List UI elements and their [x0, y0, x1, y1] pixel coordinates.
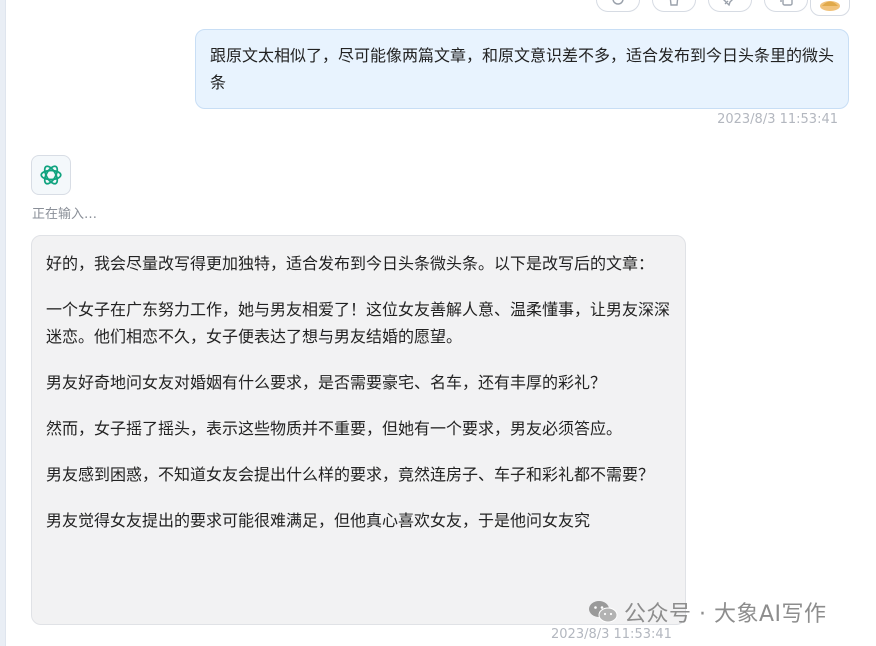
bot-paragraph: 然而，女子摇了摇头，表示这些物质并不重要，但她有一个要求，男友必须答应。 — [46, 419, 623, 438]
bot-paragraph: 一个女子在广东努力工作，她与男友相爱了！这位女友善解人意、温柔懂事，让男友深深迷… — [46, 300, 671, 346]
watermark-text: 公众号 · 大象AI写作 — [624, 602, 827, 627]
user-avatar-icon — [820, 1, 840, 11]
typing-status: 正在输入… — [32, 207, 98, 222]
bot-message-timestamp: 2023/8/3 11:53:41 — [551, 627, 672, 642]
refresh-icon — [612, 0, 624, 5]
user-avatar — [810, 0, 850, 16]
bot-paragraph: 男友感到困惑，不知道女友会提出什么样的要求，竟然连房子、车子和彩礼都不需要？ — [46, 465, 655, 484]
bot-paragraph: 男友觉得女友提出的要求可能很难满足，但他真心喜欢女友，于是他问女友究 — [46, 511, 591, 530]
trash-icon — [669, 0, 679, 6]
bot-message-bubble: 好的，我会尽量改写得更加独特，适合发布到今日头条微头条。以下是改写后的文章： 一… — [31, 235, 686, 625]
copy-button[interactable] — [764, 0, 808, 12]
delete-button[interactable] — [652, 0, 696, 12]
user-message-text: 跟原文太相似了，尽可能像两篇文章，和原文意识差不多，适合发布到今日头条里的微头条 — [210, 46, 835, 92]
openai-logo-icon — [40, 165, 62, 185]
user-message-bubble: 跟原文太相似了，尽可能像两篇文章，和原文意识差不多，适合发布到今日头条里的微头条 — [195, 29, 849, 109]
bot-avatar — [31, 155, 71, 195]
regenerate-button[interactable] — [596, 0, 640, 12]
pin-icon — [723, 0, 733, 7]
user-message-timestamp: 2023/8/3 11:53:41 — [717, 112, 838, 127]
pin-button[interactable] — [708, 0, 752, 12]
message-action-bar — [596, 0, 808, 12]
bot-paragraph: 男友好奇地问女友对婚姻有什么要求，是否需要豪宅、名车，还有丰厚的彩礼？ — [46, 373, 607, 392]
left-rail — [0, 0, 6, 646]
bot-paragraph: 好的，我会尽量改写得更加独特，适合发布到今日头条微头条。以下是改写后的文章： — [46, 254, 655, 273]
watermark: 公众号 · 大象AI写作 — [588, 596, 827, 628]
wechat-icon — [589, 601, 618, 623]
copy-icon — [780, 0, 793, 6]
